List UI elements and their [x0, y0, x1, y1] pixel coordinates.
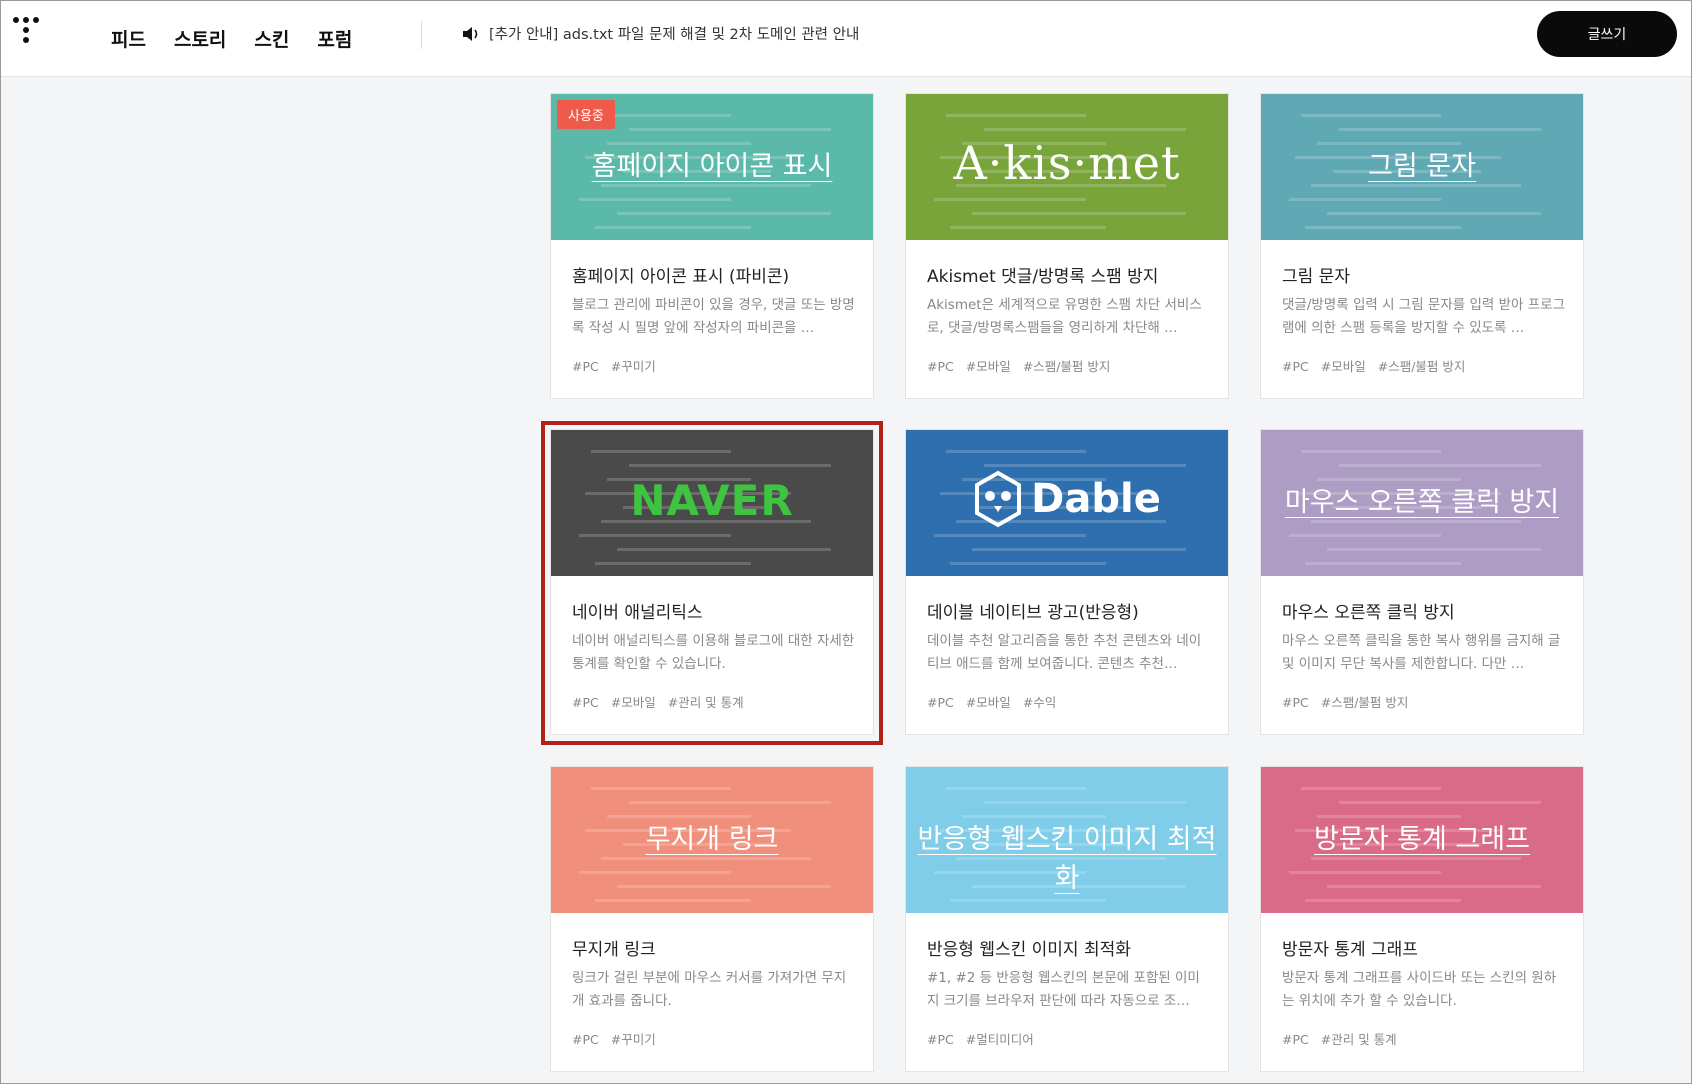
plugin-card[interactable]: 방문자 통계 그래프 방문자 통계 그래프 방문자 통계 그래프를 사이드바 또는 … — [1260, 766, 1584, 1072]
tag[interactable]: #스팸/불펌 방지 — [1023, 359, 1111, 374]
plugin-thumbnail[interactable]: 방문자 통계 그래프 — [1261, 767, 1583, 913]
plugin-tags: #PC #꾸미기 — [572, 356, 668, 375]
nav-forum[interactable]: 포럼 — [317, 25, 352, 52]
plugin-thumbnail[interactable]: 반응형 웹스킨 이미지 최적화 — [906, 767, 1228, 913]
tag[interactable]: #관리 및 통계 — [668, 695, 744, 710]
tag[interactable]: #수익 — [1023, 695, 1056, 710]
thumbnail-title[interactable]: 마우스 오른쪽 클릭 방지 — [1261, 480, 1583, 519]
nav-feed[interactable]: 피드 — [111, 25, 146, 52]
plugin-thumbnail[interactable]: A·kis·met — [906, 94, 1228, 240]
plugin-title[interactable]: 무지개 링크 — [572, 935, 656, 960]
plugin-thumbnail[interactable]: 그림 문자 — [1261, 94, 1583, 240]
plugin-description: 댓글/방명록 입력 시 그림 문자를 입력 받아 프로그램에 의한 스팸 등록을… — [1282, 297, 1565, 336]
plugin-description: 마우스 오른쪽 클릭을 통한 복사 행위를 금지해 글 및 이미지 무단 복사를… — [1282, 633, 1561, 672]
plugin-card[interactable]: NAVER 네이버 애널리틱스네이버 애널리틱스를 이용해 블로그에 대한 자세한… — [550, 429, 874, 735]
tag[interactable]: #스팸/불펌 방지 — [1321, 695, 1409, 710]
naver-logo: NAVER — [630, 476, 794, 525]
notice-text[interactable]: [추가 안내] ads.txt 파일 문제 해결 및 2차 도메인 관련 안내 — [489, 23, 859, 44]
tag[interactable]: #모바일 — [966, 695, 1011, 710]
tag[interactable]: #관리 및 통계 — [1321, 1032, 1397, 1047]
plugin-description: 방문자 통계 그래프를 사이드바 또는 스킨의 원하는 위치에 추가 할 수 있… — [1282, 970, 1557, 1009]
tag[interactable]: #멀티미디어 — [966, 1032, 1034, 1047]
plugin-description: 블로그 관리에 파비콘이 있을 경우, 댓글 또는 방명록 작성 시 필명 앞에… — [572, 297, 855, 336]
plugin-thumbnail[interactable]: NAVER — [551, 430, 873, 576]
plugin-card[interactable]: 반응형 웹스킨 이미지 최적화 반응형 웹스킨 이미지 최적화 #1, #2 등 반… — [905, 766, 1229, 1072]
plugin-thumbnail[interactable]: 마우스 오른쪽 클릭 방지 — [1261, 430, 1583, 576]
nav-story[interactable]: 스토리 — [174, 25, 226, 52]
plugin-title[interactable]: 홈페이지 아이콘 표시 (파비콘) — [572, 262, 789, 287]
tag[interactable]: #꾸미기 — [611, 359, 656, 374]
tistory-logo-icon[interactable] — [13, 17, 45, 51]
nav-skin[interactable]: 스킨 — [254, 25, 289, 52]
tag[interactable]: #PC — [1282, 695, 1309, 710]
plugin-title[interactable]: 마우스 오른쪽 클릭 방지 — [1282, 598, 1455, 623]
thumbnail-title[interactable]: 방문자 통계 그래프 — [1261, 817, 1583, 856]
plugin-tags: #PC #꾸미기 — [572, 1029, 668, 1048]
plugin-description: 데이블 추천 알고리즘을 통한 추천 콘텐츠와 네이티브 애드를 함께 보여줍니… — [927, 633, 1202, 672]
plugin-title[interactable]: 방문자 통계 그래프 — [1282, 935, 1418, 960]
plugin-description: 네이버 애널리틱스를 이용해 블로그에 대한 자세한 통계를 확인할 수 있습니… — [572, 633, 855, 672]
speaker-icon — [463, 26, 478, 41]
plugin-tags: #PC #모바일 #스팸/불펌 방지 — [1282, 356, 1477, 375]
plugin-title[interactable]: 반응형 웹스킨 이미지 최적화 — [927, 935, 1131, 960]
plugin-title[interactable]: 그림 문자 — [1282, 262, 1350, 287]
top-header: 피드 스토리 스킨 포럼 [추가 안내] ads.txt 파일 문제 해결 및 … — [1, 1, 1691, 77]
plugin-tags: #PC #모바일 #수익 — [927, 692, 1068, 711]
notice-banner[interactable]: [추가 안내] ads.txt 파일 문제 해결 및 2차 도메인 관련 안내 — [461, 23, 859, 44]
header-divider — [421, 21, 422, 49]
plugin-thumbnail[interactable]: 무지개 링크 — [551, 767, 873, 913]
plugin-thumbnail[interactable]: 홈페이지 아이콘 표시 사용중 — [551, 94, 873, 240]
plugin-card[interactable]: 마우스 오른쪽 클릭 방지 마우스 오른쪽 클릭 방지 마우스 오른쪽 클릭을 통한… — [1260, 429, 1584, 735]
plugin-card[interactable]: 홈페이지 아이콘 표시 사용중홈페이지 아이콘 표시 (파비콘) 블로그 관리에 파… — [550, 93, 874, 399]
plugin-description: Akismet은 세계적으로 유명한 스팸 차단 서비스로, 댓글/방명록스팸들… — [927, 297, 1202, 336]
tag[interactable]: #PC — [572, 695, 599, 710]
thumbnail-title[interactable]: 그림 문자 — [1261, 144, 1583, 183]
plugin-card[interactable]: A·kis·met Akismet 댓글/방명록 스팸 방지 Akismet은 세계… — [905, 93, 1229, 399]
plugin-card[interactable]: 무지개 링크 무지개 링크 링크가 걸린 부분에 마우스 커서를 가져가면 무지개 … — [550, 766, 874, 1072]
main-nav: 피드 스토리 스킨 포럼 — [111, 1, 380, 76]
plugin-card[interactable]: Dable 데이블 네이티브 광고(반응형) 데이블 추천 알고리즘을 통한 추천 … — [905, 429, 1229, 735]
plugin-tags: #PC #모바일 #관리 및 통계 — [572, 692, 756, 711]
plugin-tags: #PC #관리 및 통계 — [1282, 1029, 1409, 1048]
plugin-description: 링크가 걸린 부분에 마우스 커서를 가져가면 무지개 효과를 줍니다. — [572, 970, 847, 1009]
plugin-tags: #PC #스팸/불펌 방지 — [1282, 692, 1420, 711]
plugin-title[interactable]: 데이블 네이티브 광고(반응형) — [927, 598, 1139, 623]
dable-wordmark: Dable — [1031, 476, 1161, 522]
plugin-title[interactable]: Akismet 댓글/방명록 스팸 방지 — [927, 262, 1158, 287]
tag[interactable]: #PC — [572, 359, 599, 374]
plugin-description: #1, #2 등 반응형 웹스킨의 본문에 포함된 이미지 크기를 브라우저 판… — [927, 970, 1200, 1009]
tag[interactable]: #꾸미기 — [611, 1032, 656, 1047]
thumbnail-title[interactable]: 반응형 웹스킨 이미지 최적화 — [906, 817, 1228, 895]
dable-owl-icon — [975, 470, 1022, 528]
in-use-badge: 사용중 — [557, 100, 615, 129]
thumbnail-title[interactable]: 홈페이지 아이콘 표시 — [551, 144, 873, 183]
tag[interactable]: #모바일 — [1321, 359, 1366, 374]
akismet-logo: A·kis·met — [953, 136, 1181, 190]
browser-frame: 피드 스토리 스킨 포럼 [추가 안내] ads.txt 파일 문제 해결 및 … — [0, 0, 1692, 1084]
tag[interactable]: #스팸/불펌 방지 — [1378, 359, 1466, 374]
tag[interactable]: #PC — [927, 695, 954, 710]
tag[interactable]: #PC — [927, 359, 954, 374]
plugin-card[interactable]: 그림 문자 그림 문자 댓글/방명록 입력 시 그림 문자를 입력 받아 프로그램에… — [1260, 93, 1584, 399]
tag[interactable]: #PC — [1282, 359, 1309, 374]
write-button[interactable]: 글쓰기 — [1537, 11, 1677, 57]
plugin-title[interactable]: 네이버 애널리틱스 — [572, 598, 703, 623]
dable-logo: Dable — [906, 470, 1228, 528]
tag[interactable]: #PC — [1282, 1032, 1309, 1047]
tag[interactable]: #PC — [927, 1032, 954, 1047]
plugin-tags: #PC #모바일 #스팸/불펌 방지 — [927, 356, 1122, 375]
plugin-tags: #PC #멀티미디어 — [927, 1029, 1046, 1048]
tag[interactable]: #PC — [572, 1032, 599, 1047]
plugin-thumbnail[interactable]: Dable — [906, 430, 1228, 576]
tag[interactable]: #모바일 — [611, 695, 656, 710]
tag[interactable]: #모바일 — [966, 359, 1011, 374]
thumbnail-title[interactable]: 무지개 링크 — [551, 817, 873, 856]
